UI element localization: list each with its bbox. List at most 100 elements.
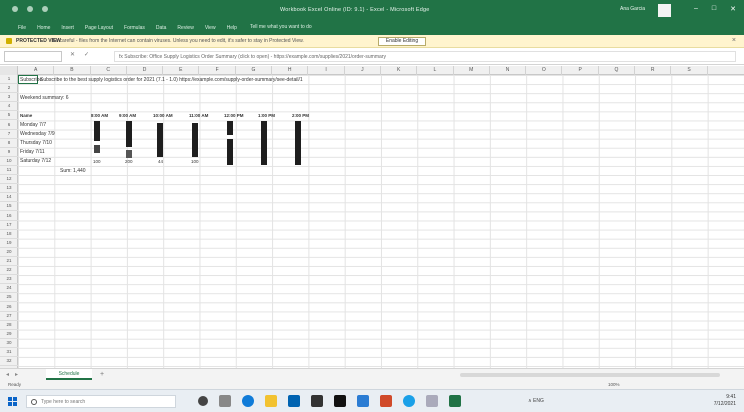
column-header[interactable]: R xyxy=(635,66,672,75)
row-header[interactable]: 2 xyxy=(0,84,18,94)
column-header[interactable]: H xyxy=(272,66,309,75)
photos-icon[interactable] xyxy=(426,395,438,407)
cell-a1[interactable]: Subscribe xyxy=(20,77,42,83)
row-header[interactable]: 23 xyxy=(0,275,18,285)
edge-icon[interactable] xyxy=(242,395,254,407)
row-header[interactable]: 14 xyxy=(0,193,18,203)
user-name[interactable]: Ana Garcia xyxy=(620,6,645,12)
tab-view[interactable]: View xyxy=(205,25,216,31)
select-all-corner[interactable] xyxy=(0,66,18,75)
close-icon[interactable]: × xyxy=(732,37,736,44)
row-header[interactable]: 25 xyxy=(0,293,18,303)
row-header[interactable]: 13 xyxy=(0,184,18,194)
mail-icon[interactable] xyxy=(311,395,323,407)
header-col-f[interactable]: 12:00 PM xyxy=(224,113,244,118)
value-cell[interactable]: 100 xyxy=(93,159,101,164)
schedule-block[interactable] xyxy=(126,150,132,158)
column-header[interactable]: O xyxy=(526,66,563,75)
column-header[interactable]: L xyxy=(417,66,454,75)
column-header[interactable]: C xyxy=(91,66,127,75)
tab-insert[interactable]: Insert xyxy=(61,25,74,31)
row-header[interactable]: 3 xyxy=(0,93,18,103)
store-icon[interactable] xyxy=(288,395,300,407)
file-explorer-icon[interactable] xyxy=(265,395,277,407)
sheet-tab-active[interactable]: Schedule xyxy=(46,369,92,380)
row-header[interactable]: 12 xyxy=(0,175,18,185)
schedule-block[interactable] xyxy=(295,121,301,165)
row-header[interactable]: 24 xyxy=(0,284,18,294)
schedule-block[interactable] xyxy=(94,145,100,153)
enter-icon[interactable]: ✓ xyxy=(84,51,89,58)
tab-formulas[interactable]: Formulas xyxy=(124,25,145,31)
spreadsheet-grid[interactable]: ABCDEFGHIJKLMNOPQRS 1 2 3 4 5 6 7 8 9 10 11 12 13 14 1… xyxy=(0,66,744,368)
schedule-block[interactable] xyxy=(157,123,163,157)
camera-icon[interactable] xyxy=(334,395,346,407)
column-header[interactable]: K xyxy=(381,66,418,75)
quick-access-toolbar[interactable] xyxy=(12,6,48,12)
column-header[interactable]: A xyxy=(18,66,55,75)
row-name-2[interactable]: Wednesday 7/9 xyxy=(20,131,55,137)
row-header[interactable]: 1 xyxy=(0,75,18,85)
column-header[interactable]: E xyxy=(163,66,200,75)
row-header[interactable]: 18 xyxy=(0,230,18,239)
word-icon[interactable] xyxy=(357,395,369,407)
next-sheet-icon[interactable]: ▸ xyxy=(15,371,18,378)
header-name[interactable]: Name xyxy=(20,113,32,118)
row-header[interactable]: 20 xyxy=(0,248,18,257)
row-header[interactable]: 10 xyxy=(0,157,18,166)
column-header[interactable]: S xyxy=(671,66,708,75)
row-header[interactable]: 11 xyxy=(0,166,18,176)
row-header[interactable]: 29 xyxy=(0,330,18,339)
row-name-4[interactable]: Friday 7/11 xyxy=(20,149,45,155)
tab-file[interactable]: File xyxy=(18,25,26,31)
chrome-icon[interactable] xyxy=(380,395,392,407)
row-header[interactable]: 17 xyxy=(0,221,18,230)
settings-icon[interactable] xyxy=(403,395,415,407)
clock[interactable]: 9:41 7/12/2021 xyxy=(714,394,736,408)
header-col-g[interactable]: 1:00 PM xyxy=(258,113,275,118)
header-col-c[interactable]: 9:00 AM xyxy=(119,113,136,118)
schedule-block[interactable] xyxy=(261,121,267,165)
row-name-5[interactable]: Saturday 7/12 xyxy=(20,158,51,164)
value-cell[interactable]: 200 xyxy=(125,159,133,164)
header-col-e[interactable]: 11:00 AM xyxy=(189,113,208,118)
name-box[interactable] xyxy=(4,51,62,62)
row-header[interactable]: 8 xyxy=(0,139,18,148)
formula-input[interactable]: fx Subscribe: Office Supply Logistics Or… xyxy=(114,51,736,62)
excel-icon[interactable] xyxy=(449,395,461,407)
minimize-button[interactable]: – xyxy=(694,5,698,13)
row-header[interactable]: 28 xyxy=(0,321,18,330)
system-tray[interactable]: ∧ ENG xyxy=(528,398,544,404)
close-button[interactable]: ✕ xyxy=(730,5,736,13)
row-header[interactable]: 6 xyxy=(0,121,18,130)
column-header[interactable]: Q xyxy=(599,66,636,75)
cancel-icon[interactable]: ✕ xyxy=(70,51,75,58)
undo-icon[interactable] xyxy=(27,6,33,12)
row-header[interactable]: 4 xyxy=(0,102,18,112)
total-cell[interactable]: Sum: 1,440 xyxy=(60,168,86,174)
row-header[interactable]: 15 xyxy=(0,202,18,212)
cortana-icon[interactable] xyxy=(198,396,208,406)
autosave-icon[interactable] xyxy=(12,6,18,12)
column-header[interactable]: M xyxy=(454,66,490,75)
row-header[interactable]: 9 xyxy=(0,148,18,157)
row-header[interactable]: 26 xyxy=(0,303,18,312)
row-header[interactable]: 5 xyxy=(0,111,18,121)
column-header[interactable]: D xyxy=(127,66,164,75)
tab-page-layout[interactable]: Page Layout xyxy=(85,25,113,31)
row-header[interactable]: 30 xyxy=(0,339,18,348)
header-col-b[interactable]: 8:00 AM xyxy=(91,113,108,118)
schedule-block[interactable] xyxy=(192,123,198,157)
windows-start-icon[interactable] xyxy=(8,397,17,406)
value-cell[interactable]: 100 xyxy=(191,159,199,164)
horizontal-scrollbar[interactable] xyxy=(460,373,720,377)
cell-a3[interactable]: Weekend summary: 6 xyxy=(20,95,69,101)
row-name-3[interactable]: Thursday 7/10 xyxy=(20,140,52,146)
avatar[interactable] xyxy=(658,4,671,17)
row-header[interactable]: 31 xyxy=(0,348,18,358)
schedule-block[interactable] xyxy=(227,139,233,165)
column-header[interactable]: N xyxy=(490,66,527,75)
row-header[interactable]: 19 xyxy=(0,239,18,248)
enable-editing-button[interactable]: Enable Editing xyxy=(378,37,426,46)
value-cell[interactable]: 44 xyxy=(158,159,163,164)
